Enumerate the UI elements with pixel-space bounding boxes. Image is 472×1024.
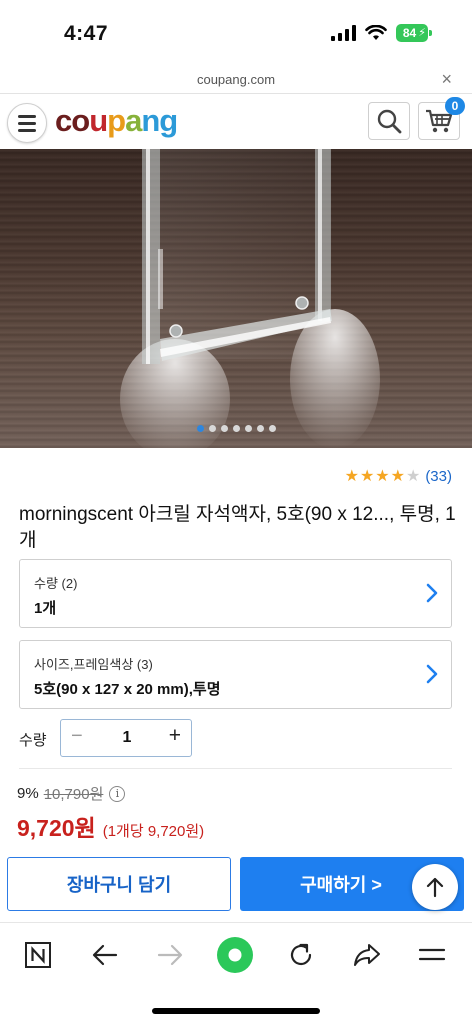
status-bar: 4:47 84 ⚡ bbox=[0, 0, 472, 66]
naver-n-icon bbox=[25, 942, 51, 968]
chevron-right-icon bbox=[426, 664, 438, 684]
menu-icon bbox=[418, 948, 446, 961]
status-icons: 84 ⚡ bbox=[331, 24, 432, 42]
price-row: 9,720원 (1개당 9,720원) bbox=[17, 809, 204, 843]
carousel-dot[interactable] bbox=[208, 425, 216, 432]
option-label: 수량 (2) bbox=[34, 576, 78, 591]
green-home-icon bbox=[217, 937, 253, 973]
product-rating[interactable]: ★ ★ ★ ★ ★ (33) bbox=[345, 466, 452, 486]
green-home-button[interactable] bbox=[216, 936, 254, 974]
coupang-logo[interactable]: coupang bbox=[55, 103, 178, 139]
discount-row: 9% 10,790원 i bbox=[17, 783, 126, 804]
back-button[interactable] bbox=[89, 939, 121, 971]
original-price: 10,790원 bbox=[43, 786, 104, 803]
site-header: coupang bbox=[0, 95, 472, 149]
naver-n-button[interactable] bbox=[22, 939, 54, 971]
scroll-to-top-button[interactable] bbox=[412, 864, 458, 910]
product-image-carousel[interactable] bbox=[0, 149, 472, 448]
quantity-option-selector[interactable]: 수량 (2) 1개 bbox=[19, 559, 452, 628]
option-label: 사이즈,프레임색상 (3) bbox=[34, 657, 153, 672]
star-icon: ★ bbox=[405, 468, 421, 485]
quantity-stepper: − 1 + bbox=[60, 719, 192, 757]
option-value: 5호(90 x 127 x 20 mm),투명 bbox=[34, 681, 221, 698]
search-icon bbox=[377, 109, 402, 134]
arrow-up-icon bbox=[426, 877, 444, 898]
browser-url-bar[interactable]: coupang.com × bbox=[0, 66, 472, 94]
unit-price: (1개당 9,720원) bbox=[102, 823, 205, 840]
search-button[interactable] bbox=[368, 102, 410, 140]
cart-count-badge: 0 bbox=[445, 97, 465, 115]
acrylic-frame-image bbox=[120, 149, 380, 448]
carousel-dot[interactable] bbox=[220, 425, 228, 432]
divider bbox=[19, 768, 452, 769]
browser-toolbar bbox=[0, 922, 472, 986]
increase-quantity-button[interactable]: + bbox=[169, 724, 181, 748]
share-button[interactable] bbox=[351, 939, 383, 971]
carousel-dots bbox=[0, 425, 472, 432]
carousel-dot[interactable] bbox=[244, 425, 252, 432]
status-time: 4:47 bbox=[64, 22, 109, 45]
add-to-cart-button[interactable]: 장바구니 담기 bbox=[7, 857, 231, 911]
size-color-option-selector[interactable]: 사이즈,프레임색상 (3) 5호(90 x 127 x 20 mm),투명 bbox=[19, 640, 452, 709]
cellular-signal-icon bbox=[331, 25, 356, 41]
carousel-dot[interactable] bbox=[232, 425, 240, 432]
charging-bolt-icon: ⚡ bbox=[418, 27, 426, 39]
wifi-icon bbox=[365, 25, 387, 40]
star-icon: ★ bbox=[359, 468, 375, 485]
forward-arrow-icon bbox=[157, 944, 183, 966]
carousel-dot[interactable] bbox=[256, 425, 264, 432]
carousel-dot[interactable] bbox=[268, 425, 276, 432]
battery-indicator: 84 ⚡ bbox=[396, 24, 428, 42]
carousel-dot[interactable] bbox=[196, 425, 204, 432]
reload-icon bbox=[290, 943, 312, 966]
option-value: 1개 bbox=[34, 600, 57, 617]
review-count-link[interactable]: (33) bbox=[425, 468, 452, 485]
close-icon[interactable]: × bbox=[441, 69, 452, 90]
discount-rate: 9% bbox=[17, 785, 39, 802]
back-arrow-icon bbox=[92, 944, 118, 966]
star-icon: ★ bbox=[390, 468, 405, 485]
home-indicator[interactable] bbox=[152, 1008, 320, 1014]
battery-level: 84 bbox=[402, 26, 417, 40]
hamburger-menu-button[interactable] bbox=[7, 103, 47, 143]
star-icon: ★ bbox=[344, 468, 359, 485]
star-icon: ★ bbox=[375, 468, 390, 485]
quantity-label: 수량 bbox=[19, 732, 47, 749]
menu-button[interactable] bbox=[416, 939, 448, 971]
chevron-right-icon bbox=[426, 583, 438, 603]
product-title: morningscent 아크릴 자석액자, 5호(90 x 12..., 투명… bbox=[19, 504, 456, 551]
share-icon bbox=[354, 944, 380, 966]
forward-button[interactable] bbox=[154, 939, 186, 971]
sale-price: 9,720원 bbox=[17, 815, 96, 841]
reload-button[interactable] bbox=[285, 939, 317, 971]
url-text[interactable]: coupang.com bbox=[0, 72, 472, 87]
info-icon[interactable]: i bbox=[109, 785, 126, 802]
battery-cap bbox=[429, 30, 432, 36]
